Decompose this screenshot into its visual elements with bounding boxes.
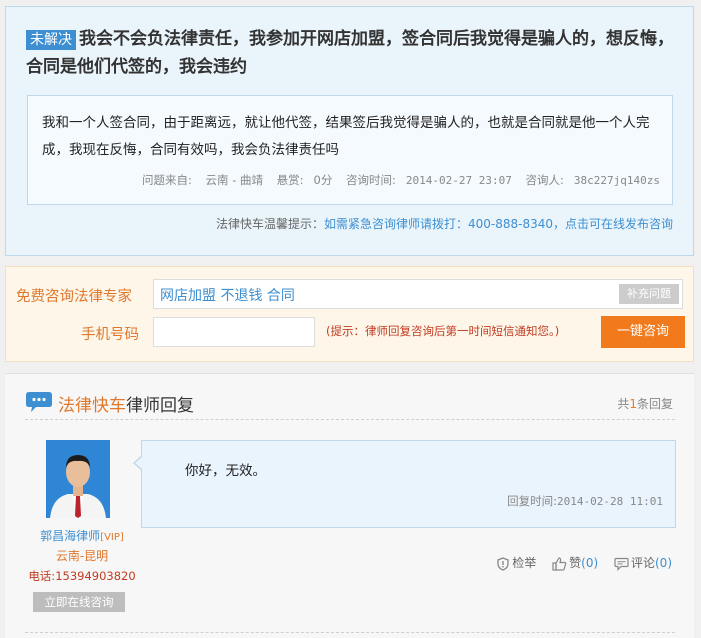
asker-value: 38c227jq140zs [573, 174, 660, 187]
lawyer-name[interactable]: 郭昌海律师[VIP] [27, 527, 137, 544]
question-input[interactable]: 网店加盟 不退钱 合同 补充问题 [153, 279, 683, 309]
reply-time-label: 回复时间: [507, 494, 558, 508]
question-title-text: 我会不会负法律责任，我参加开网店加盟，签合同后我觉得是骗人的，想反悔，合同是他们… [26, 29, 674, 77]
report-button[interactable]: 检举 [496, 554, 536, 571]
shield-icon [497, 556, 509, 571]
tip-prefix: 法律快车温馨提示： [215, 217, 324, 231]
time-value: 2014-02-27 23:07 [405, 174, 512, 187]
status-badge: 未解决 [26, 30, 76, 50]
lawyer-photo [46, 440, 110, 518]
answers-title-brand: 法律快车 [58, 396, 126, 416]
answers-header: 法律快车律师回复 共1条回复 [25, 389, 675, 420]
reward-value: 0分 [313, 173, 333, 187]
count-prefix: 共 [617, 397, 630, 411]
reply-time: 回复时间:2014-02-28 11:01 [507, 493, 663, 509]
divider [25, 632, 675, 633]
answer-count: 共1条回复 [617, 395, 673, 412]
vip-badge: [VIP] [100, 532, 124, 543]
submit-button[interactable]: 一键咨询 [601, 316, 685, 348]
time-label: 咨询时间: [346, 173, 396, 187]
add-question-button[interactable]: 补充问题 [619, 284, 679, 304]
like-count: (0) [581, 556, 599, 570]
tel-label: 电话: [28, 569, 56, 583]
consult-label: 免费咨询法律专家 [16, 289, 132, 305]
reply-actions: 检举 赞(0) 评论(0) [484, 554, 672, 571]
chat-bubble-icon [26, 392, 52, 412]
like-label: 赞 [569, 556, 582, 570]
source-value: 云南 - 曲靖 [205, 173, 264, 187]
lawyer-avatar[interactable] [46, 440, 110, 518]
question-meta: 问题来自: 云南 - 曲靖 悬赏: 0分 咨询时间: 2014-02-27 23:0… [142, 172, 660, 188]
phone-label: 手机号码 [81, 327, 139, 343]
reply-text: 你好，无效。 [185, 463, 266, 479]
answers-section: 法律快车律师回复 共1条回复 郭昌海律师[VIP] 云南-昆明 电话:15394… [5, 373, 694, 638]
question-text: 我和一个人签合同，由于距离远，就让他代签，结果签后我觉得是骗人的，也就是合同就是… [42, 115, 650, 158]
comment-count: (0) [655, 556, 672, 570]
like-button[interactable]: 赞(0) [552, 554, 598, 571]
online-consult-button[interactable]: 立即在线咨询 [33, 592, 125, 612]
source-label: 问题来自: [142, 173, 192, 187]
phone-input[interactable] [153, 317, 315, 347]
question-title: 未解决 我会不会负法律责任，我参加开网店加盟，签合同后我觉得是骗人的，想反悔，合同… [26, 25, 676, 81]
tip: 法律快车温馨提示：如需紧急咨询律师请拨打：400-888-8340，点击可在线发… [216, 215, 673, 232]
lawyer-location: 云南-昆明 [55, 549, 109, 563]
answers-title-rest: 律师回复 [126, 396, 194, 416]
consult-form: 免费咨询法律专家 网店加盟 不退钱 合同 补充问题 手机号码 (提示：律师回复咨… [5, 266, 694, 362]
asker-label: 咨询人: [525, 173, 564, 187]
tel-value: 15394903820 [55, 569, 136, 583]
count-value: 1 [629, 397, 637, 411]
sms-hint: (提示：律师回复咨询后第一时间短信通知您。) [326, 324, 560, 338]
tip-link[interactable]: 如需紧急咨询律师请拨打：400-888-8340，点击可在线发布咨询 [324, 217, 673, 231]
lawyer-phone: 电话:15394903820 [27, 568, 137, 584]
comment-button[interactable]: 评论(0) [614, 554, 672, 571]
question-input-value: 网店加盟 不退钱 合同 [160, 288, 295, 304]
answers-title: 法律快车律师回复 [58, 391, 194, 416]
lawyer-name-text: 郭昌海律师 [40, 529, 101, 543]
count-suffix: 条回复 [636, 397, 673, 411]
comment-icon [614, 557, 629, 571]
comment-label: 评论 [630, 556, 655, 570]
thumbs-up-icon [552, 556, 567, 571]
question-body: 我和一个人签合同，由于距离远，就让他代签，结果签后我觉得是骗人的，也就是合同就是… [27, 95, 673, 205]
reply-bubble: 你好，无效。 回复时间:2014-02-28 11:01 [133, 440, 676, 528]
question-box: 未解决 我会不会负法律责任，我参加开网店加盟，签合同后我觉得是骗人的，想反悔，合同… [5, 6, 694, 256]
reward-label: 悬赏: [276, 173, 304, 187]
report-label: 检举 [512, 556, 537, 570]
reply-time-value: 2014-02-28 11:01 [557, 495, 663, 508]
